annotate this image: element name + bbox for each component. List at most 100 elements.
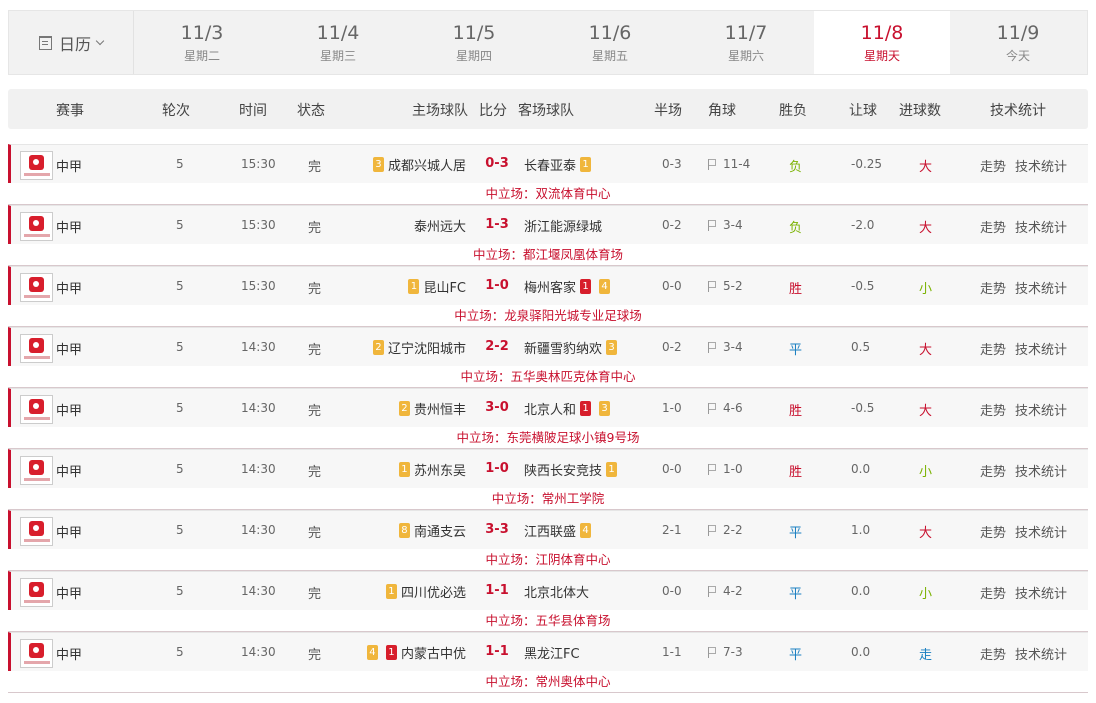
away-team-name[interactable]: 江西联盛 — [524, 521, 576, 540]
date-tab[interactable]: 11/8 星期天 — [814, 11, 950, 74]
score[interactable]: 1-1 — [483, 583, 511, 598]
goals-result: 大 — [919, 526, 933, 541]
trend-link[interactable]: 走势 — [980, 339, 1006, 358]
date-tab-weekday: 星期四 — [455, 48, 492, 63]
date-tab[interactable]: 11/5 星期四 — [406, 11, 542, 74]
score[interactable]: 1-3 — [483, 217, 511, 232]
home-team-name[interactable]: 辽宁沈阳城市 — [388, 338, 466, 357]
league-name[interactable]: 中甲 — [56, 400, 82, 419]
away-team: 浙江能源绿城 — [524, 216, 602, 235]
home-team: 1 苏州东吴 — [395, 460, 466, 479]
match-row: 中甲 5 15:30 完 泰州远大 1-3 浙江能源绿城 0-2 3-4 负 -2.0 大 走势 技术统计… — [8, 205, 1088, 266]
stats-link[interactable]: 技术统计 — [1015, 522, 1067, 541]
away-team-name[interactable]: 长春亚泰 — [524, 155, 576, 174]
stats-link[interactable]: 技术统计 — [1015, 339, 1067, 358]
stats-link[interactable]: 技术统计 — [1015, 461, 1067, 480]
venue: 中立场：双流体育中心 — [8, 183, 1088, 205]
home-team-name[interactable]: 四川优必选 — [401, 582, 466, 601]
calendar-label: 日历 — [58, 34, 91, 54]
league-name[interactable]: 中甲 — [56, 461, 82, 480]
date-tab[interactable]: 11/4 星期三 — [270, 11, 406, 74]
away-team-name[interactable]: 北京北体大 — [524, 582, 589, 601]
yellow-card-badge: 1 — [398, 462, 410, 477]
date-tab[interactable]: 11/9 今天 — [950, 11, 1086, 74]
trend-link[interactable]: 走势 — [980, 217, 1006, 236]
away-team-name[interactable]: 梅州客家 — [524, 277, 576, 296]
calendar-button[interactable]: 日历 — [9, 11, 134, 74]
score[interactable]: 2-2 — [483, 339, 511, 354]
col-score: 比分 — [479, 103, 507, 119]
handicap: -0.5 — [851, 279, 875, 293]
league-name[interactable]: 中甲 — [56, 217, 82, 236]
stats-link[interactable]: 技术统计 — [1015, 278, 1067, 297]
venue: 中立场：常州工学院 — [8, 488, 1088, 510]
trend-link[interactable]: 走势 — [980, 278, 1006, 297]
yellow-card-badge: 2 — [398, 401, 410, 416]
goals-result: 小 — [919, 587, 933, 602]
stats-link[interactable]: 技术统计 — [1015, 156, 1067, 175]
goals-result: 小 — [919, 282, 933, 297]
score[interactable]: 3-0 — [483, 400, 511, 415]
home-team-name[interactable]: 昆山FC — [423, 277, 466, 296]
stats-link[interactable]: 技术统计 — [1015, 644, 1067, 663]
league-name[interactable]: 中甲 — [56, 583, 82, 602]
league-logo-icon — [20, 151, 53, 180]
kickoff-time: 14:30 — [241, 401, 276, 415]
home-team-name[interactable]: 内蒙古中优 — [401, 643, 466, 662]
league-name[interactable]: 中甲 — [56, 522, 82, 541]
date-tab[interactable]: 11/3 星期二 — [134, 11, 270, 74]
away-team-name[interactable]: 浙江能源绿城 — [524, 216, 602, 235]
half-time-score: 1-0 — [662, 401, 682, 415]
trend-link[interactable]: 走势 — [980, 583, 1006, 602]
score[interactable]: 1-0 — [483, 278, 511, 293]
match-state: 完 — [308, 221, 322, 236]
goals-result: 大 — [919, 404, 933, 419]
table-header: 赛事 轮次 时间 状态 主场球队 比分 客场球队 半场 角球 胜负 让球 进球数… — [8, 89, 1088, 129]
stats-link[interactable]: 技术统计 — [1015, 217, 1067, 236]
date-tab[interactable]: 11/7 星期六 — [678, 11, 814, 74]
kickoff-time: 14:30 — [241, 584, 276, 598]
score[interactable]: 1-1 — [483, 644, 511, 659]
score[interactable]: 1-0 — [483, 461, 511, 476]
goals-result: 大 — [919, 160, 933, 175]
home-team-name[interactable]: 泰州远大 — [414, 216, 466, 235]
trend-link[interactable]: 走势 — [980, 644, 1006, 663]
match-row: 中甲 5 14:30 完 4 1 内蒙古中优 1-1 黑龙江FC 1-1 7-3 平 0.0 走 走势 技术统… — [8, 632, 1088, 693]
home-team-name[interactable]: 南通支云 — [414, 521, 466, 540]
table-row: 中甲 5 14:30 完 1 苏州东吴 1-0 陕西长安竞技 1 0-0 1-0 胜 0.0 小 走势 技术统… — [8, 449, 1088, 488]
date-bar: 日历 11/3 星期二 11/4 星期三 11/5 星期四 11/6 星期五 11/7 星期六 11… — [8, 10, 1088, 75]
away-team-name[interactable]: 黑龙江FC — [524, 643, 580, 662]
league-logo-icon — [20, 273, 53, 302]
half-time-score: 2-1 — [662, 523, 682, 537]
league-logo-icon — [20, 456, 53, 485]
league-name[interactable]: 中甲 — [56, 644, 82, 663]
away-team-name[interactable]: 陕西长安竞技 — [524, 460, 602, 479]
home-team-name[interactable]: 苏州东吴 — [414, 460, 466, 479]
score[interactable]: 3-3 — [483, 522, 511, 537]
red-card-badge: 1 — [385, 645, 397, 660]
home-team: 泰州远大 — [414, 216, 466, 235]
venue: 中立场：都江堰凤凰体育场 — [8, 244, 1088, 266]
away-team-name[interactable]: 新疆雪豹纳欢 — [524, 338, 602, 357]
date-tab-date: 11/3 — [180, 21, 224, 44]
trend-link[interactable]: 走势 — [980, 400, 1006, 419]
trend-link[interactable]: 走势 — [980, 522, 1006, 541]
away-team-name[interactable]: 北京人和 — [524, 399, 576, 418]
score[interactable]: 0-3 — [483, 156, 511, 171]
home-team: 4 1 内蒙古中优 — [363, 643, 466, 662]
stats-link[interactable]: 技术统计 — [1015, 583, 1067, 602]
trend-link[interactable]: 走势 — [980, 156, 1006, 175]
stats-link[interactable]: 技术统计 — [1015, 400, 1067, 419]
date-tab[interactable]: 11/6 星期五 — [542, 11, 678, 74]
league-name[interactable]: 中甲 — [56, 339, 82, 358]
yellow-card-badge: 3 — [606, 340, 618, 355]
league-name[interactable]: 中甲 — [56, 156, 82, 175]
result: 胜 — [789, 465, 803, 480]
col-goals: 进球数 — [899, 103, 941, 119]
col-round: 轮次 — [162, 103, 190, 119]
home-team-name[interactable]: 贵州恒丰 — [414, 399, 466, 418]
home-team: 1 昆山FC — [404, 277, 466, 296]
league-name[interactable]: 中甲 — [56, 278, 82, 297]
home-team-name[interactable]: 成都兴城人居 — [388, 155, 466, 174]
trend-link[interactable]: 走势 — [980, 461, 1006, 480]
